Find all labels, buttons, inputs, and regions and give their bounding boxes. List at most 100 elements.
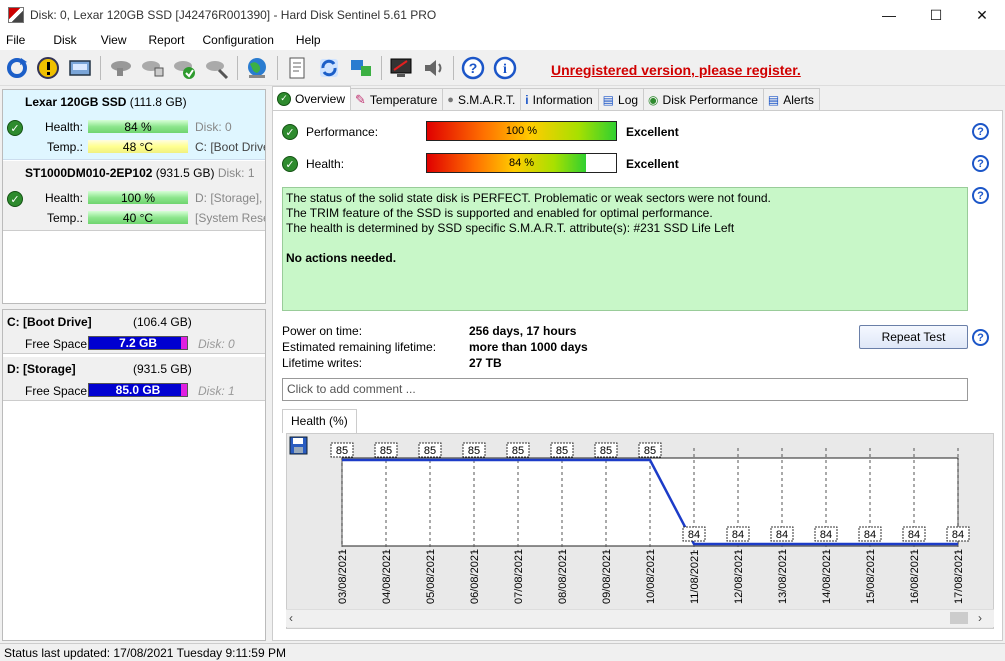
x-tick-label: 16/08/2021 [909, 549, 921, 604]
volume-list-panel: C: [Boot Drive] (106.4 GB) Free Space 7.… [2, 309, 266, 641]
comment-input[interactable]: Click to add comment ... [282, 378, 968, 401]
health-label: Health: [44, 120, 83, 134]
x-tick-label: 13/08/2021 [777, 549, 789, 604]
status-line: The TRIM feature of the SSD is supported… [286, 206, 713, 220]
menu-view[interactable]: View [85, 33, 135, 47]
free-space-bar: 7.2 GB [88, 336, 188, 350]
tab-smart[interactable]: ● S.M.A.R.T. [442, 88, 522, 110]
repeat-test-button[interactable]: Repeat Test [859, 325, 968, 349]
performance-value: 100 % [505, 125, 538, 137]
network-icon[interactable] [347, 54, 375, 82]
svg-text:84: 84 [952, 529, 964, 541]
x-tick-label: 05/08/2021 [425, 549, 437, 604]
tab-alerts[interactable]: ▤ Alerts [762, 88, 820, 110]
volume-card-c[interactable]: C: [Boot Drive] (106.4 GB) Free Space 7.… [3, 310, 265, 354]
x-tick-label: 03/08/2021 [337, 549, 349, 604]
scroll-thumb[interactable] [950, 612, 968, 624]
report-icon[interactable] [283, 54, 311, 82]
x-tick-label: 10/08/2021 [645, 549, 657, 604]
data-label: 85 [550, 442, 574, 458]
help-icon[interactable]: ? [972, 187, 989, 204]
extended-test-icon[interactable] [171, 54, 199, 82]
disk-index: Disk: 0 [195, 120, 232, 134]
tab-temperature[interactable]: ✎ Temperature [350, 88, 444, 110]
data-label: 84 [682, 526, 706, 542]
chart-scrollbar[interactable]: ‹ › [286, 609, 994, 627]
x-tick-label: 07/08/2021 [513, 549, 525, 604]
globe-icon[interactable] [243, 54, 271, 82]
menu-help[interactable]: Help [282, 33, 329, 47]
disk-card-1[interactable]: ST1000DM010-2EP102 (931.5 GB) Disk: 1 ✓ … [3, 161, 265, 231]
disk-test-icon[interactable] [203, 54, 231, 82]
minimize-button[interactable]: — [866, 0, 912, 30]
status-message-box: The status of the solid state disk is PE… [282, 187, 968, 311]
volume-size: (931.5 GB) [133, 362, 192, 376]
close-button[interactable]: ✕ [959, 0, 1005, 30]
help-icon[interactable]: ? [972, 123, 989, 140]
tab-disk-performance[interactable]: ◉ Disk Performance [643, 88, 764, 110]
data-label: 84 [902, 526, 926, 542]
free-space-bar: 85.0 GB [88, 383, 188, 397]
menu-configuration[interactable]: Configuration [193, 33, 282, 47]
health-chart: 03/08/2021 04/08/2021 05/08/2021 06/08/2021… [286, 433, 994, 629]
health-verdict: Excellent [626, 157, 679, 171]
disk-index: Disk: 1 [217, 166, 255, 180]
svg-text:85: 85 [336, 445, 348, 457]
temp-label: Temp.: [46, 211, 83, 225]
chart-tab-health[interactable]: Health (%) [282, 409, 357, 433]
volume-size: (106.4 GB) [133, 315, 192, 329]
tab-log[interactable]: ▤ Log [597, 88, 645, 110]
info-icon[interactable]: i [491, 54, 519, 82]
volume-card-d[interactable]: D: [Storage] (931.5 GB) Free Space 85.0 … [3, 357, 265, 401]
disk-volumes: C: [Boot Drive [195, 140, 265, 154]
menu-disk[interactable]: Disk [33, 33, 84, 47]
ok-status-icon: ✓ [282, 124, 298, 140]
save-chart-icon[interactable] [289, 436, 308, 455]
refresh-icon[interactable] [3, 54, 31, 82]
alert-refresh-icon[interactable] [34, 54, 62, 82]
svg-text:?: ? [469, 60, 478, 76]
help-icon[interactable]: ? [972, 329, 989, 346]
sync-icon[interactable] [315, 54, 343, 82]
monitor-icon[interactable] [387, 54, 415, 82]
ok-status-icon: ✓ [277, 91, 291, 106]
svg-text:84: 84 [688, 529, 700, 541]
maximize-button[interactable]: ☐ [913, 0, 959, 30]
volume-name: D: [Storage] [7, 362, 76, 376]
help-icon[interactable]: ? [459, 54, 487, 82]
disk-card-0[interactable]: Lexar 120GB SSD (111.8 GB) ✓ Health: 84 … [3, 90, 265, 160]
disk-name: ST1000DM010-2EP102 [25, 166, 153, 180]
svg-text:85: 85 [424, 445, 436, 457]
menu-file[interactable]: File [0, 33, 33, 47]
unregistered-link[interactable]: Unregistered version, please register. [551, 62, 801, 78]
scroll-right-icon[interactable]: › [978, 611, 982, 625]
svg-text:85: 85 [512, 445, 524, 457]
volume-disk: Disk: 0 [198, 337, 235, 351]
menu-report[interactable]: Report [134, 33, 192, 47]
scroll-left-icon[interactable]: ‹ [289, 611, 293, 625]
help-icon[interactable]: ? [972, 155, 989, 172]
disk-info-icon[interactable] [66, 54, 94, 82]
surface-test-icon[interactable] [107, 54, 135, 82]
overview-panel: ✓ Performance: 100 % Excellent ? ✓ Healt… [272, 110, 1003, 641]
short-test-icon[interactable] [139, 54, 167, 82]
tab-overview[interactable]: ✓ Overview [272, 86, 352, 110]
health-meter: 84 % [426, 153, 617, 173]
thermometer-icon: ✎ [355, 91, 366, 107]
power-on-label: Power on time: [282, 324, 363, 338]
remaining-lifetime-label: Estimated remaining lifetime: [282, 340, 437, 354]
svg-text:i: i [503, 62, 507, 77]
svg-text:84: 84 [820, 529, 832, 541]
power-on-value: 256 days, 17 hours [469, 324, 577, 338]
health-label: Health: [44, 191, 83, 205]
toolbar: ? i [0, 51, 1005, 86]
status-bar: Status last updated: 17/08/2021 Tuesday … [0, 643, 1005, 661]
free-space-label: Free Space [25, 337, 88, 351]
app-icon [8, 7, 24, 23]
health-chart-svg: 03/08/2021 04/08/2021 05/08/2021 06/08/2021… [287, 434, 993, 610]
sound-icon[interactable] [419, 54, 447, 82]
temp-meter: 40 °C [88, 211, 188, 225]
free-space-label: Free Space [25, 384, 88, 398]
svg-text:84: 84 [864, 529, 876, 541]
tab-information[interactable]: i Information [520, 88, 599, 110]
